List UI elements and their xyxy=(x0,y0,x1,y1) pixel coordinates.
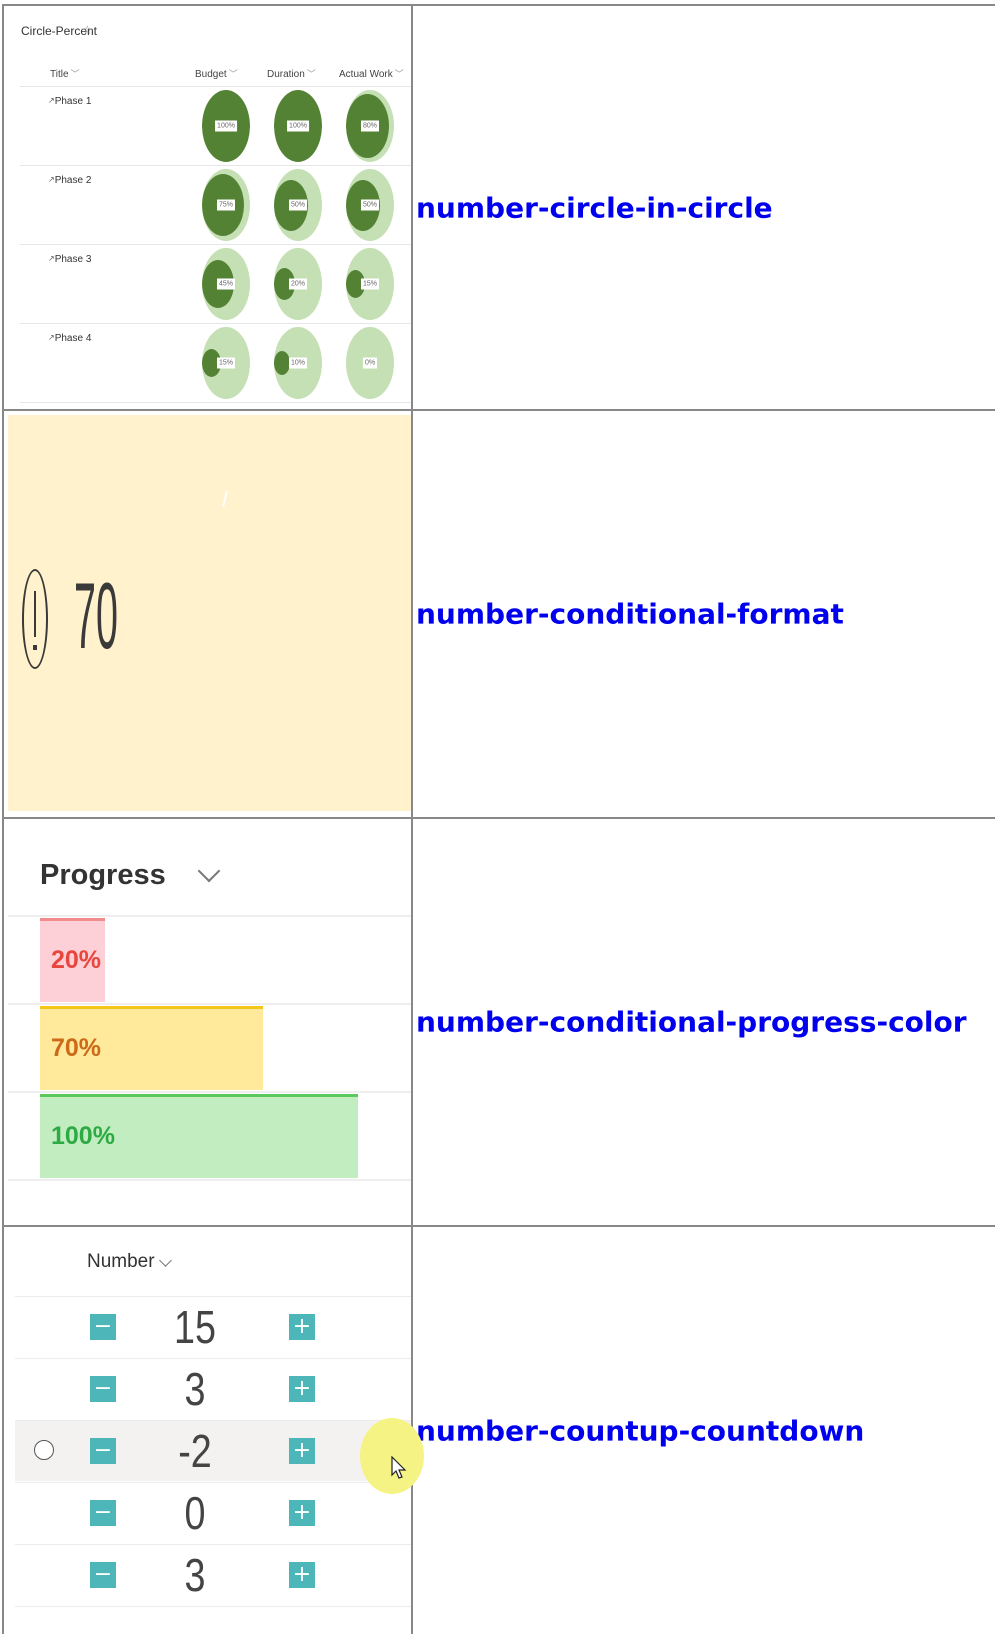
conditional-format-cell: 70 xyxy=(4,411,411,817)
chevron-down-icon: ﹀ xyxy=(306,69,316,79)
list-item[interactable]: − 0 + xyxy=(15,1483,411,1543)
row-label[interactable]: number-circle-in-circle xyxy=(416,191,773,224)
highlight-background xyxy=(8,415,411,811)
row-select-radio[interactable] xyxy=(34,1440,54,1460)
row-label[interactable]: number-conditional-progress-color xyxy=(416,1006,967,1039)
percent-label: 20% xyxy=(288,278,308,290)
increment-button[interactable]: + xyxy=(289,1314,315,1340)
percent-label: 80% xyxy=(360,120,380,132)
column-header-title[interactable]: Title ﹀ xyxy=(50,67,80,80)
percent-label: 100% xyxy=(215,120,237,132)
number-value: -2 xyxy=(178,1425,212,1477)
percent-circle: 0% xyxy=(346,327,394,399)
progress-list: Progress 20% 70% 100% xyxy=(4,819,411,1225)
decrement-button[interactable]: − xyxy=(90,1438,116,1464)
error-circle-icon xyxy=(22,569,48,669)
percent-label: 15% xyxy=(360,278,380,290)
phase-title[interactable]: ↗Phase 1 xyxy=(48,96,91,107)
row-conditional-format: 70 number-conditional-format xyxy=(0,411,995,817)
number-value: 3 xyxy=(184,1363,206,1415)
row-circle-in-circle: Circle-Percent ☆ Title ﹀ Budget ﹀ Duration… xyxy=(0,6,995,409)
decrement-button[interactable]: − xyxy=(90,1500,116,1526)
chevron-down-icon: ﹀ xyxy=(228,69,238,79)
percent-circle: 75% xyxy=(202,169,250,241)
increment-button[interactable]: + xyxy=(289,1562,315,1588)
row-conditional-progress-color: Progress 20% 70% 100% number-conditional-p… xyxy=(0,819,995,1225)
number-value: 0 xyxy=(184,1487,206,1539)
mouse-pointer-icon xyxy=(391,1456,407,1479)
link-icon: ↗ xyxy=(48,96,55,105)
chevron-down-icon[interactable] xyxy=(159,1254,172,1267)
percent-label: 100% xyxy=(287,120,309,132)
increment-button[interactable]: + xyxy=(289,1438,315,1464)
percent-label: 15% xyxy=(216,357,236,369)
percent-label: 75% xyxy=(216,199,236,211)
percent-circle: 100% xyxy=(202,90,250,162)
percent-label: 45% xyxy=(216,278,236,290)
number-value: 15 xyxy=(174,1301,216,1353)
row-label[interactable]: number-conditional-format xyxy=(416,598,844,631)
phase-title[interactable]: ↗Phase 3 xyxy=(48,254,91,265)
link-icon: ↗ xyxy=(48,254,55,263)
row-divider xyxy=(20,323,411,324)
percent-circle: 50% xyxy=(274,169,322,241)
decrement-button[interactable]: − xyxy=(90,1376,116,1402)
row-divider xyxy=(20,244,411,245)
percent-circle: 20% xyxy=(274,248,322,320)
percent-circle: 100% xyxy=(274,90,322,162)
row-divider xyxy=(15,1606,411,1607)
percent-circle: 45% xyxy=(202,248,250,320)
percent-label: 50% xyxy=(288,199,308,211)
column-header-progress[interactable]: Progress xyxy=(40,859,166,892)
list-item[interactable]: − 15 + xyxy=(15,1297,411,1357)
row-divider xyxy=(20,86,411,87)
percent-label: 10% xyxy=(288,357,308,369)
countup-list: Number − 15 + − 3 + − -2 + − 0 + − 3 + xyxy=(4,1227,411,1634)
row-divider xyxy=(20,402,411,403)
percent-label: 0% xyxy=(362,357,378,369)
percent-circle: 15% xyxy=(346,248,394,320)
row-divider xyxy=(8,1003,411,1005)
row-divider xyxy=(8,1091,411,1093)
column-header-number[interactable]: Number xyxy=(87,1251,155,1273)
progress-label: 20% xyxy=(51,946,102,974)
progress-label: 70% xyxy=(51,1034,102,1062)
increment-button[interactable]: + xyxy=(289,1376,315,1402)
number-value: 70 xyxy=(74,563,118,668)
increment-button[interactable]: + xyxy=(289,1500,315,1526)
row-label[interactable]: number-countup-countdown xyxy=(416,1414,864,1447)
percent-label: 50% xyxy=(360,199,380,211)
decrement-button[interactable]: − xyxy=(90,1562,116,1588)
list-item[interactable]: − 3 + xyxy=(15,1545,411,1605)
row-divider xyxy=(8,1179,411,1181)
percent-circle: 15% xyxy=(202,327,250,399)
column-header-duration[interactable]: Duration ﹀ xyxy=(267,67,316,80)
list-item[interactable]: − 3 + xyxy=(15,1359,411,1419)
number-value: 3 xyxy=(184,1549,206,1601)
row-divider xyxy=(8,915,411,917)
column-header-actual-work[interactable]: Actual Work ﹀ xyxy=(339,67,404,80)
circle-percent-list: Circle-Percent ☆ Title ﹀ Budget ﹀ Duration… xyxy=(4,6,411,409)
chevron-down-icon: ﹀ xyxy=(394,69,404,79)
progress-label: 100% xyxy=(51,1122,115,1150)
favorite-star-icon[interactable]: ☆ xyxy=(82,23,93,37)
link-icon: ↗ xyxy=(48,175,55,184)
link-icon: ↗ xyxy=(48,333,55,342)
percent-circle: 80% xyxy=(346,90,394,162)
phase-title[interactable]: ↗Phase 4 xyxy=(48,333,91,344)
row-divider xyxy=(20,165,411,166)
list-item[interactable]: − -2 + xyxy=(15,1421,411,1481)
percent-circle: 50% xyxy=(346,169,394,241)
percent-fill xyxy=(274,351,290,375)
decrement-button[interactable]: − xyxy=(90,1314,116,1340)
percent-circle: 10% xyxy=(274,327,322,399)
row-countup-countdown: Number − 15 + − 3 + − -2 + − 0 + − 3 + number-countup-… xyxy=(0,1227,995,1634)
column-header-budget[interactable]: Budget ﹀ xyxy=(195,67,238,80)
chevron-down-icon: ﹀ xyxy=(70,69,80,79)
phase-title[interactable]: ↗Phase 2 xyxy=(48,175,91,186)
chevron-down-icon[interactable] xyxy=(197,859,221,883)
